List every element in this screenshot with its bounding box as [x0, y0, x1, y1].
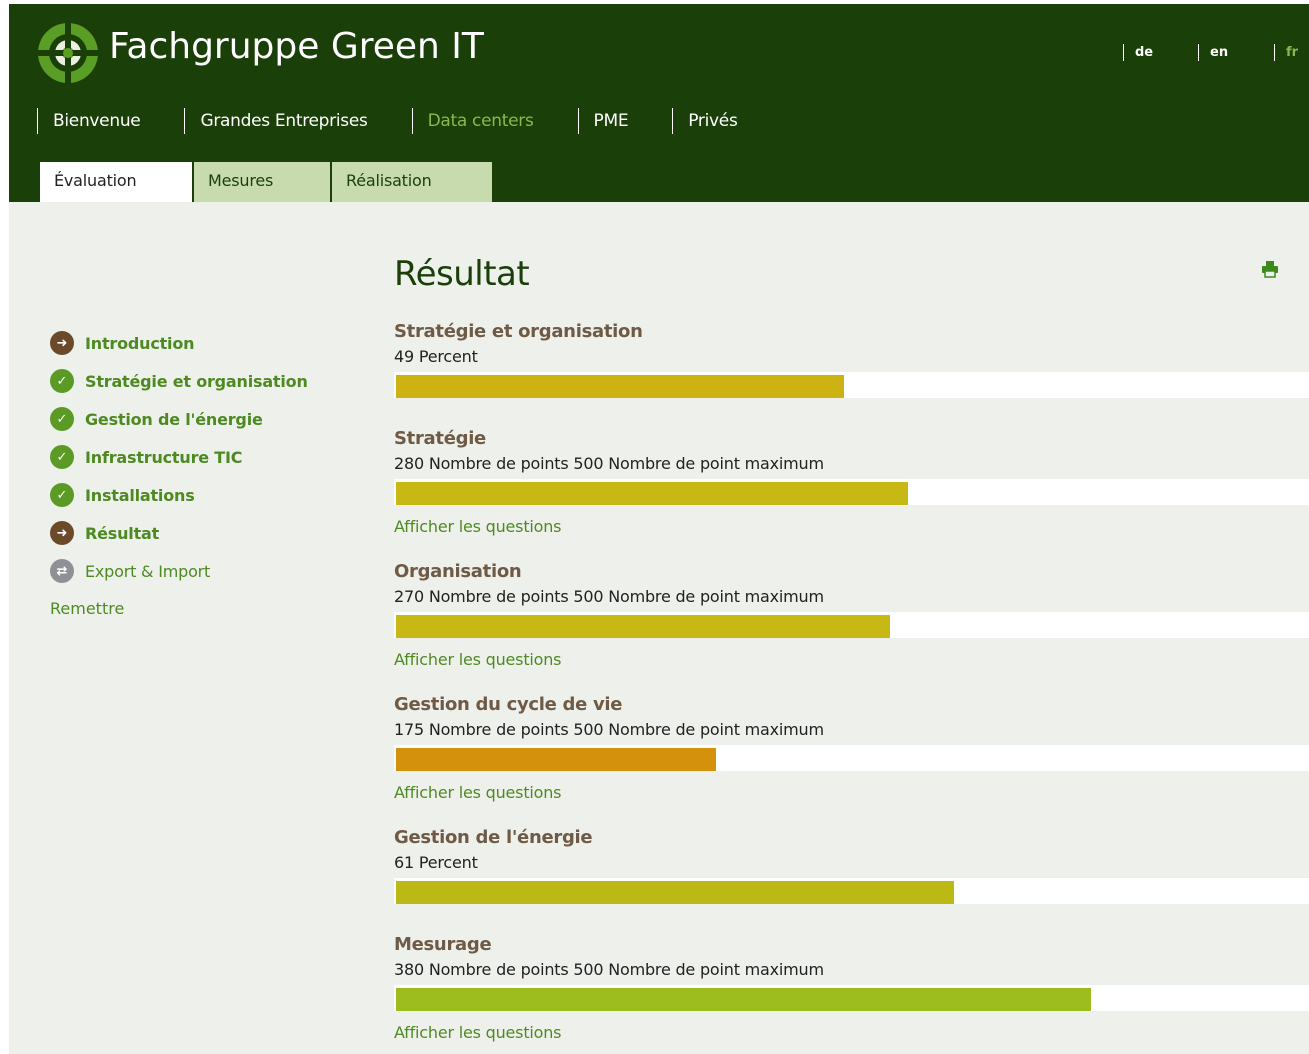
section-title: Stratégie et organisation	[394, 321, 643, 342]
score-bar-track	[394, 745, 1309, 771]
score-bar-track	[394, 479, 1309, 505]
section-title: Gestion de l'énergie	[394, 827, 593, 848]
arrow-right-icon: ➜	[50, 521, 74, 545]
sidebar-item-label: Résultat	[85, 523, 160, 543]
reset-link[interactable]: Remettre	[50, 590, 308, 628]
lang-de-link[interactable]: de	[1123, 44, 1153, 61]
nav-data-centers[interactable]: Data centers	[411, 108, 544, 134]
score-bar-fill	[396, 881, 954, 904]
site-header: Fachgruppe Green IT de en fr Bienvenue G…	[9, 4, 1309, 202]
sidebar-item-introduction[interactable]: ➜ Introduction	[50, 324, 308, 362]
sidebar-item-label: Gestion de l'énergie	[85, 409, 263, 429]
score-bar-track	[394, 612, 1309, 638]
sidebar-item-label: Stratégie et organisation	[85, 371, 308, 391]
score-bar-track	[394, 985, 1309, 1011]
show-questions-link[interactable]: Afficher les questions	[394, 517, 1309, 539]
nav-prives[interactable]: Privés	[672, 108, 747, 134]
score-bar-fill	[396, 988, 1091, 1011]
sidebar-item-gestion-energie[interactable]: ✓ Gestion de l'énergie	[50, 400, 308, 438]
section-score: 49 Percent	[394, 347, 478, 366]
tab-realisation[interactable]: Réalisation	[332, 162, 492, 202]
main-content: Résultat Stratégie et organisation 49 Pe…	[394, 254, 1309, 1042]
score-bar-fill	[396, 615, 890, 638]
score-bar-track	[394, 372, 1309, 398]
tab-evaluation[interactable]: Évaluation	[40, 162, 194, 202]
score-bar-fill	[396, 748, 716, 771]
section-score: 380 Nombre de points 500 Nombre de point…	[394, 960, 824, 979]
sub-tabs: Évaluation Mesures Réalisation	[40, 162, 492, 202]
sidebar-item-label: Infrastructure TIC	[85, 447, 243, 467]
tab-mesures[interactable]: Mesures	[194, 162, 332, 202]
nav-bienvenue[interactable]: Bienvenue	[37, 108, 150, 134]
sidebar-item-export-import[interactable]: ⇄ Export & Import	[50, 552, 308, 590]
result-section: Gestion de l'énergie 61 Percent	[394, 827, 1309, 904]
check-icon: ✓	[50, 407, 74, 431]
result-section: Gestion du cycle de vie 175 Nombre de po…	[394, 694, 1309, 805]
section-title: Organisation	[394, 561, 522, 582]
page-title: Résultat	[394, 254, 530, 294]
show-questions-link[interactable]: Afficher les questions	[394, 650, 1309, 672]
sidebar-item-infrastructure-tic[interactable]: ✓ Infrastructure TIC	[50, 438, 308, 476]
nav-grandes-entreprises[interactable]: Grandes Entreprises	[184, 108, 377, 134]
section-score: 61 Percent	[394, 853, 478, 872]
main-navigation: Bienvenue Grandes Entreprises Data cente…	[37, 108, 782, 134]
check-icon: ✓	[50, 483, 74, 507]
sidebar-item-label: Installations	[85, 485, 195, 505]
section-score: 270 Nombre de points 500 Nombre de point…	[394, 587, 824, 606]
show-questions-link[interactable]: Afficher les questions	[394, 783, 1309, 805]
score-bar-track	[394, 878, 1309, 904]
show-questions-link[interactable]: Afficher les questions	[394, 1023, 1309, 1045]
sidebar-item-label: Introduction	[85, 333, 195, 353]
sidebar-item-resultat[interactable]: ➜ Résultat	[50, 514, 308, 552]
site-brand[interactable]: Fachgruppe Green IT	[109, 26, 484, 67]
exchange-icon: ⇄	[50, 559, 74, 583]
result-section: Stratégie 280 Nombre de points 500 Nombr…	[394, 428, 1309, 539]
sidebar-item-installations[interactable]: ✓ Installations	[50, 476, 308, 514]
nav-pme[interactable]: PME	[577, 108, 639, 134]
result-section: Stratégie et organisation 49 Percent	[394, 321, 1309, 398]
result-section: Organisation 270 Nombre de points 500 No…	[394, 561, 1309, 672]
section-score: 175 Nombre de points 500 Nombre de point…	[394, 720, 824, 739]
section-title: Gestion du cycle de vie	[394, 694, 623, 715]
section-title: Mesurage	[394, 934, 492, 955]
page-frame: Fachgruppe Green IT de en fr Bienvenue G…	[9, 4, 1309, 1054]
section-title: Stratégie	[394, 428, 486, 449]
check-icon: ✓	[50, 369, 74, 393]
section-score: 280 Nombre de points 500 Nombre de point…	[394, 454, 824, 473]
sidebar: ➜ Introduction ✓ Stratégie et organisati…	[50, 324, 308, 628]
sidebar-item-label: Export & Import	[85, 561, 211, 581]
check-icon: ✓	[50, 445, 74, 469]
arrow-right-icon: ➜	[50, 331, 74, 355]
result-section: Mesurage 380 Nombre de points 500 Nombre…	[394, 934, 1309, 1045]
score-bar-fill	[396, 375, 844, 398]
green-it-logo-icon[interactable]	[37, 22, 99, 84]
score-bar-fill	[396, 482, 908, 505]
lang-fr-link[interactable]: fr	[1274, 44, 1298, 61]
lang-en-link[interactable]: en	[1198, 44, 1228, 61]
sidebar-item-strategie-organisation[interactable]: ✓ Stratégie et organisation	[50, 362, 308, 400]
